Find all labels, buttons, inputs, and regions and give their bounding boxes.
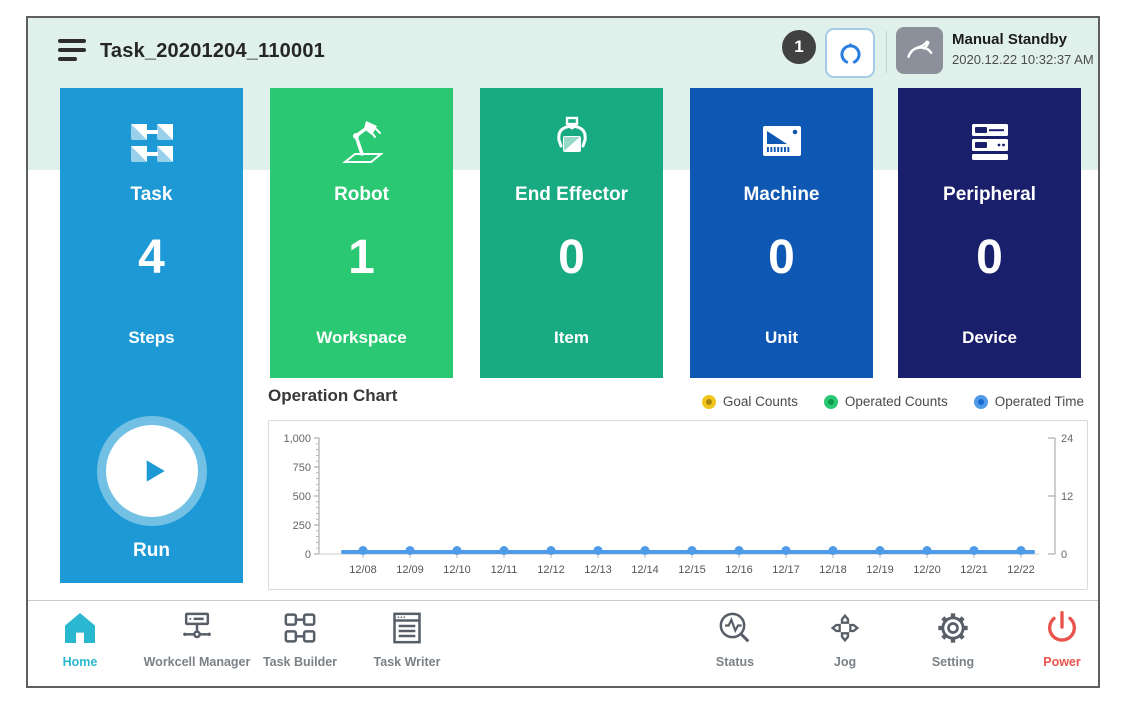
goal-counts-dot-icon [702, 395, 716, 409]
card-value: 0 [480, 230, 663, 285]
svg-text:24: 24 [1061, 433, 1073, 445]
robot-mode-status: Manual Standby 2020.12.22 10:32:37 AM [952, 31, 1094, 67]
menu-button[interactable] [58, 39, 88, 65]
nav-power[interactable]: Power [1002, 608, 1122, 669]
svg-text:12/18: 12/18 [819, 564, 847, 576]
svg-text:12/20: 12/20 [913, 564, 941, 576]
setting-icon [933, 608, 973, 648]
card-title: Robot [270, 184, 453, 206]
machine-icon [753, 114, 811, 172]
bottom-nav-divider [28, 600, 1098, 601]
workcell-manager-icon [177, 608, 217, 648]
card-value: 4 [60, 230, 243, 285]
card-title: Machine [690, 184, 873, 206]
legend-operated-time: Operated Time [974, 394, 1084, 409]
svg-text:12/16: 12/16 [725, 564, 753, 576]
robot-mode-button[interactable] [896, 27, 943, 74]
peripheral-icon [961, 114, 1019, 172]
operated-counts-dot-icon [824, 395, 838, 409]
mode-name: Manual Standby [952, 31, 1094, 48]
card-peripheral[interactable]: Peripheral 0 Device [898, 88, 1081, 378]
svg-text:12/17: 12/17 [772, 564, 800, 576]
header-divider [886, 31, 887, 73]
app-root: Task_20201204_110001 1 Manual Standby 20… [0, 0, 1134, 708]
svg-text:12/22: 12/22 [1007, 564, 1035, 576]
svg-text:0: 0 [305, 549, 311, 561]
nav-task-writer[interactable]: Task Writer [347, 608, 467, 669]
card-machine[interactable]: Machine 0 Unit [690, 88, 873, 378]
svg-text:1,000: 1,000 [283, 433, 311, 445]
svg-text:12: 12 [1061, 491, 1073, 503]
task-writer-icon [387, 608, 427, 648]
operated-time-dot-icon [974, 395, 988, 409]
svg-text:12/13: 12/13 [584, 564, 612, 576]
card-value: 1 [270, 230, 453, 285]
operation-chart-panel: 0 250 500 750 1,000 0 12 24 12/08 12/09 12/10 12/11… [268, 420, 1088, 590]
card-unit: Unit [690, 328, 873, 348]
card-value: 0 [898, 230, 1081, 285]
nav-task-builder[interactable]: Task Builder [240, 608, 360, 669]
card-title: End Effector [480, 184, 663, 206]
card-title: Peripheral [898, 184, 1081, 206]
card-robot[interactable]: Robot 1 Workspace [270, 88, 453, 378]
card-unit: Steps [60, 328, 243, 348]
card-value: 0 [690, 230, 873, 285]
status-icon [715, 608, 755, 648]
nav-jog[interactable]: Jog [785, 608, 905, 669]
nav-status[interactable]: Status [675, 608, 795, 669]
legend-goal-counts: Goal Counts [702, 394, 798, 409]
svg-text:12/15: 12/15 [678, 564, 706, 576]
nav-workcell-manager[interactable]: Workcell Manager [137, 608, 257, 669]
card-unit: Item [480, 328, 663, 348]
jog-icon [825, 608, 865, 648]
gripper-icon [837, 40, 864, 67]
svg-text:0: 0 [1061, 549, 1067, 561]
manual-hand-icon [904, 35, 935, 66]
operation-chart-title: Operation Chart [268, 386, 397, 406]
card-task[interactable]: Task 4 Steps Run [60, 88, 243, 583]
end-effector-icon [543, 114, 601, 172]
power-icon [1042, 608, 1082, 648]
operation-chart: 0 250 500 750 1,000 0 12 24 12/08 12/09 12/10 12/11… [269, 421, 1087, 589]
svg-text:12/09: 12/09 [396, 564, 424, 576]
end-effector-tool-button[interactable] [825, 28, 875, 78]
card-end-effector[interactable]: End Effector 0 Item [480, 88, 663, 378]
task-title: Task_20201204_110001 [100, 40, 325, 63]
robot-icon [333, 114, 391, 172]
chart-legend: Goal Counts Operated Counts Operated Tim… [702, 394, 1084, 409]
nav-setting[interactable]: Setting [893, 608, 1013, 669]
run-label: Run [60, 540, 243, 562]
card-unit: Device [898, 328, 1081, 348]
home-icon [60, 608, 100, 648]
mode-datetime: 2020.12.22 10:32:37 AM [952, 52, 1094, 67]
task-builder-icon [280, 608, 320, 648]
run-button[interactable] [106, 425, 198, 517]
nav-home[interactable]: Home [20, 608, 140, 669]
svg-text:500: 500 [293, 491, 311, 503]
svg-text:12/14: 12/14 [631, 564, 659, 576]
notification-badge[interactable]: 1 [782, 30, 816, 64]
svg-text:750: 750 [293, 462, 311, 474]
svg-text:12/11: 12/11 [491, 564, 518, 576]
play-icon [134, 453, 170, 489]
svg-text:250: 250 [293, 520, 311, 532]
svg-text:12/10: 12/10 [443, 564, 471, 576]
legend-operated-counts: Operated Counts [824, 394, 948, 409]
task-icon [123, 114, 181, 172]
svg-text:12/19: 12/19 [866, 564, 894, 576]
pendant-frame: Task_20201204_110001 1 Manual Standby 20… [26, 16, 1100, 688]
card-title: Task [60, 184, 243, 206]
menu-icon [58, 39, 86, 43]
svg-text:12/21: 12/21 [960, 564, 988, 576]
card-unit: Workspace [270, 328, 453, 348]
svg-text:12/08: 12/08 [349, 564, 377, 576]
svg-text:12/12: 12/12 [537, 564, 565, 576]
